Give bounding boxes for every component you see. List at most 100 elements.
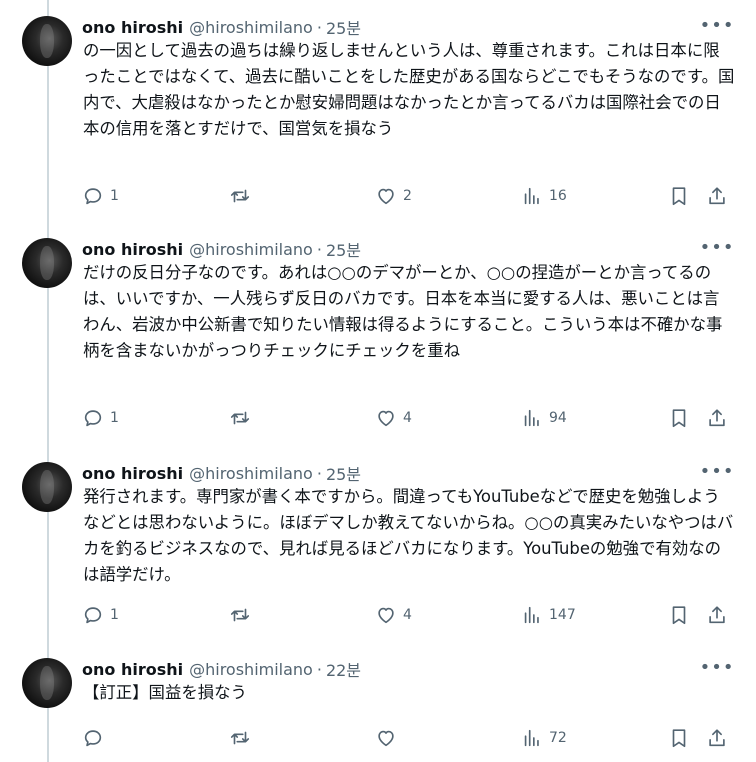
share-button[interactable] (706, 603, 728, 627)
tweet[interactable]: ono hiroshi @hiroshimilano · 22분 ••• 【訂正… (0, 656, 756, 756)
bookmark-button[interactable] (668, 603, 690, 627)
like-button[interactable]: 2 (375, 184, 412, 208)
retweet-button[interactable] (229, 184, 257, 208)
share-icon (709, 187, 725, 205)
timestamp[interactable]: 22분 (326, 657, 361, 681)
tweet-text: 【訂正】国益を損なう (83, 683, 247, 702)
more-options-button[interactable]: ••• (700, 14, 734, 36)
more-options-button[interactable]: ••• (700, 656, 734, 678)
more-options-button[interactable]: ••• (700, 236, 734, 258)
bookmark-icon (672, 187, 686, 206)
views-count: 94 (549, 410, 567, 426)
reply-icon (84, 607, 102, 624)
tweet-text: の一因として過去の過ちは繰り返しませんという人は、尊重されます。これは日本に限っ… (83, 41, 735, 138)
author-handle[interactable]: @hiroshimilano (189, 464, 313, 483)
bookmark-icon (672, 729, 686, 748)
tweet-actions: 1 2 16 (82, 184, 742, 208)
reply-count: 1 (110, 188, 119, 204)
tweet[interactable]: ono hiroshi @hiroshimilano · 25분 ••• の一因… (0, 14, 756, 224)
bookmark-button[interactable] (668, 726, 690, 750)
reply-count: 1 (110, 607, 119, 623)
share-button[interactable] (706, 184, 728, 208)
author-name[interactable]: ono hiroshi (82, 660, 183, 679)
views-icon (524, 606, 539, 624)
like-button[interactable]: 4 (375, 603, 412, 627)
like-button[interactable] (375, 726, 403, 750)
views-button[interactable]: 94 (521, 406, 567, 430)
share-button[interactable] (706, 406, 728, 430)
reply-button[interactable]: 1 (82, 603, 119, 627)
author-handle[interactable]: @hiroshimilano (189, 18, 313, 37)
tweet-header: ono hiroshi @hiroshimilano · 25분 (82, 237, 361, 261)
like-count: 2 (403, 188, 412, 204)
tweet-actions: 1 4 147 (82, 603, 742, 627)
tweet[interactable]: ono hiroshi @hiroshimilano · 25분 ••• 発行さ… (0, 460, 756, 640)
more-horizontal-icon: ••• (699, 460, 735, 482)
reply-icon (84, 410, 102, 427)
timestamp[interactable]: 25분 (326, 15, 361, 39)
like-count: 4 (403, 607, 412, 623)
bookmark-icon (672, 606, 686, 625)
author-name[interactable]: ono hiroshi (82, 240, 183, 259)
tweet-text: だけの反日分子なのです。あれは○○のデマがーとか、○○の捏造がーとか言ってるのは… (83, 263, 723, 360)
tweet-text: 発行されます。専門家が書く本ですから。間違ってもYouTubeなどで歴史を勉強し… (83, 487, 734, 584)
reply-button[interactable]: 1 (82, 184, 119, 208)
avatar[interactable] (22, 238, 72, 288)
separator: · (316, 239, 322, 259)
tweet-actions: 1 4 94 (82, 406, 742, 430)
author-handle[interactable]: @hiroshimilano (189, 660, 313, 679)
avatar[interactable] (22, 462, 72, 512)
share-icon (709, 729, 725, 747)
avatar[interactable] (22, 16, 72, 66)
reply-icon (84, 188, 102, 205)
more-horizontal-icon: ••• (699, 236, 735, 258)
like-count: 4 (403, 410, 412, 426)
reply-icon (84, 730, 102, 747)
views-button[interactable]: 16 (521, 184, 567, 208)
heart-icon (378, 730, 394, 747)
author-name[interactable]: ono hiroshi (82, 464, 183, 483)
views-button[interactable]: 72 (521, 726, 567, 750)
bookmark-button[interactable] (668, 406, 690, 430)
views-button[interactable]: 147 (521, 603, 576, 627)
retweet-button[interactable] (229, 603, 257, 627)
author-handle[interactable]: @hiroshimilano (189, 240, 313, 259)
avatar[interactable] (22, 658, 72, 708)
retweet-button[interactable] (229, 406, 257, 430)
retweet-icon (230, 411, 250, 425)
reply-button[interactable]: 1 (82, 406, 119, 430)
views-count: 16 (549, 188, 567, 204)
timestamp[interactable]: 25분 (326, 237, 361, 261)
retweet-icon (230, 608, 250, 622)
retweet-icon (230, 731, 250, 745)
tweet-actions: 72 (82, 726, 742, 750)
heart-icon (378, 188, 394, 205)
views-icon (524, 409, 539, 427)
heart-icon (378, 410, 394, 427)
views-count: 72 (549, 730, 567, 746)
reply-button[interactable] (82, 726, 110, 750)
share-button[interactable] (706, 726, 728, 750)
heart-icon (378, 607, 394, 624)
like-button[interactable]: 4 (375, 406, 412, 430)
views-count: 147 (549, 607, 576, 623)
reply-count: 1 (110, 410, 119, 426)
bookmark-button[interactable] (668, 184, 690, 208)
views-icon (524, 729, 539, 747)
views-icon (524, 187, 539, 205)
tweet-header: ono hiroshi @hiroshimilano · 25분 (82, 461, 361, 485)
more-horizontal-icon: ••• (699, 14, 735, 36)
retweet-button[interactable] (229, 726, 257, 750)
more-horizontal-icon: ••• (699, 656, 735, 678)
timestamp[interactable]: 25분 (326, 461, 361, 485)
share-icon (709, 409, 725, 427)
tweet-header: ono hiroshi @hiroshimilano · 22분 (82, 657, 361, 681)
tweet[interactable]: ono hiroshi @hiroshimilano · 25분 ••• だけの… (0, 236, 756, 446)
separator: · (316, 17, 322, 37)
tweet-header: ono hiroshi @hiroshimilano · 25분 (82, 15, 361, 39)
author-name[interactable]: ono hiroshi (82, 18, 183, 37)
separator: · (316, 463, 322, 483)
more-options-button[interactable]: ••• (700, 460, 734, 482)
separator: · (316, 659, 322, 679)
retweet-icon (230, 189, 250, 203)
